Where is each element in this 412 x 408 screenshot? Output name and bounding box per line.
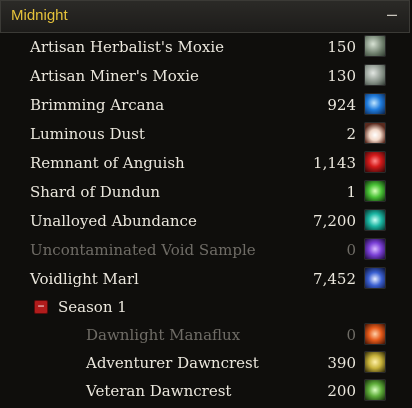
currency-name: Uncontaminated Void Sample: [30, 241, 256, 259]
mining-moxie-icon: [364, 64, 386, 86]
currency-quantity: 2: [346, 125, 356, 143]
currency-row[interactable]: Adventurer Dawncrest 390: [0, 350, 412, 379]
currency-row[interactable]: Artisan Herbalist's Moxie 150: [0, 34, 412, 63]
arcana-orb-icon: [364, 93, 386, 115]
currency-name: Luminous Dust: [30, 125, 145, 143]
currency-quantity: 130: [327, 67, 356, 85]
currency-quantity: 7,452: [313, 270, 356, 288]
currency-quantity: 200: [327, 382, 356, 400]
currency-row[interactable]: Shard of Dundun 1: [0, 179, 412, 208]
herb-moxie-icon: [364, 35, 386, 57]
adventurer-crest-icon: [364, 351, 386, 373]
currency-row[interactable]: Unalloyed Abundance 7,200: [0, 208, 412, 237]
category-header[interactable]: Midnight –: [0, 0, 410, 33]
currency-row[interactable]: Remnant of Anguish 1,143: [0, 150, 412, 179]
dust-icon: [364, 122, 386, 144]
currency-quantity: 0: [346, 241, 356, 259]
currency-quantity: 1,143: [313, 154, 356, 172]
red-gem-icon: [364, 151, 386, 173]
currency-name: Voidlight Marl: [30, 270, 139, 288]
currency-quantity: 150: [327, 38, 356, 56]
currency-quantity: 7,200: [313, 212, 356, 230]
currency-row[interactable]: Brimming Arcana 924: [0, 92, 412, 121]
category-title: Midnight: [11, 7, 68, 24]
season-header[interactable]: − Season 1: [0, 294, 412, 323]
currency-row[interactable]: Uncontaminated Void Sample 0: [0, 237, 412, 266]
currency-quantity: 390: [327, 354, 356, 372]
void-swirl-icon: [364, 238, 386, 260]
collapse-toggle-icon[interactable]: −: [34, 300, 48, 314]
currency-quantity: 0: [346, 326, 356, 344]
veteran-crest-icon: [364, 379, 386, 401]
currency-name: Veteran Dawncrest: [86, 382, 232, 400]
currency-quantity: 924: [327, 96, 356, 114]
currency-name: Remnant of Anguish: [30, 154, 185, 172]
currency-row[interactable]: Artisan Miner's Moxie 130: [0, 63, 412, 92]
currency-name: Artisan Miner's Moxie: [30, 67, 199, 85]
currency-name: Dawnlight Manaflux: [86, 326, 241, 344]
currency-row[interactable]: Luminous Dust 2: [0, 121, 412, 150]
currency-row[interactable]: Dawnlight Manaflux 0: [0, 322, 412, 351]
currency-quantity: 1: [346, 183, 356, 201]
currency-row[interactable]: Voidlight Marl 7,452: [0, 266, 412, 295]
teal-crystal-icon: [364, 209, 386, 231]
season-title: Season 1: [58, 298, 127, 316]
currency-row[interactable]: Veteran Dawncrest 200: [0, 378, 412, 407]
manaflux-icon: [364, 323, 386, 345]
currency-name: Unalloyed Abundance: [30, 212, 197, 230]
green-shard-icon: [364, 180, 386, 202]
currency-name: Brimming Arcana: [30, 96, 165, 114]
collapse-icon[interactable]: –: [383, 5, 401, 25]
currency-name: Artisan Herbalist's Moxie: [30, 38, 225, 56]
voidlight-icon: [364, 267, 386, 289]
currency-name: Shard of Dundun: [30, 183, 161, 201]
currency-name: Adventurer Dawncrest: [86, 354, 259, 372]
